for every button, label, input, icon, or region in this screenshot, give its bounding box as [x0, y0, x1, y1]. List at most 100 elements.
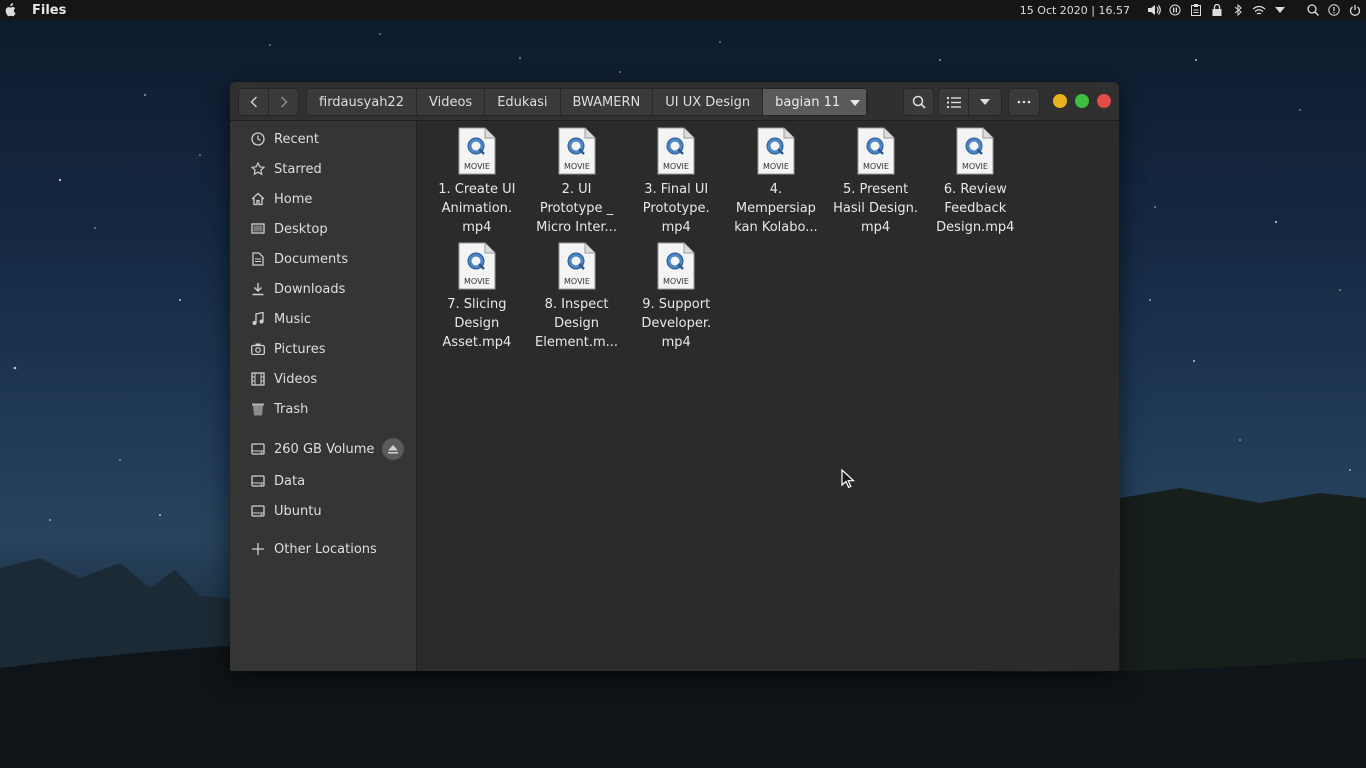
notification-icon[interactable]: [1327, 3, 1341, 17]
view-options-button[interactable]: [968, 88, 1002, 116]
sidebar-item-recent[interactable]: Recent: [230, 124, 416, 154]
chevron-down-icon[interactable]: [850, 95, 861, 110]
file-item[interactable]: MOVIE 8. Inspect Design Element.m...: [527, 242, 627, 357]
breadcrumb-item[interactable]: firdausyah22: [307, 89, 417, 115]
movie-file-icon: MOVIE: [657, 127, 695, 175]
file-item[interactable]: MOVIE 4. Mempersiap kan Kolabo...: [726, 127, 826, 242]
more-icon: [1017, 100, 1031, 104]
file-item[interactable]: MOVIE 7. Slicing Design Asset.mp4: [427, 242, 527, 357]
media-icon[interactable]: [1168, 3, 1182, 17]
sidebar-item-home[interactable]: Home: [230, 184, 416, 214]
breadcrumb-item[interactable]: Edukasi: [485, 89, 561, 115]
header-bar: firdausyah22 Videos Edukasi BWAMERN UI U…: [230, 82, 1119, 121]
sidebar-item-label: Data: [274, 473, 306, 489]
svg-text:MOVIE: MOVIE: [564, 277, 590, 286]
file-view[interactable]: MOVIE 1. Create UI Animation. mp4 MOVIE 2. …: [417, 121, 1119, 671]
wifi-icon[interactable]: [1252, 3, 1266, 17]
sidebar-item-pictures[interactable]: Pictures: [230, 334, 416, 364]
drive-icon: [250, 473, 266, 489]
file-item[interactable]: MOVIE 3. Final UI Prototype. mp4: [626, 127, 726, 242]
breadcrumb-item[interactable]: BWAMERN: [560, 89, 654, 115]
home-icon: [250, 191, 266, 207]
file-name: 3. Final UI Prototype. mp4: [642, 182, 710, 235]
sidebar-item-label: Music: [274, 311, 311, 327]
sidebar-item-label: Documents: [274, 251, 349, 267]
sidebar-item-trash[interactable]: Trash: [230, 394, 416, 424]
trash-icon: [250, 401, 266, 417]
breadcrumb: firdausyah22 Videos Edukasi BWAMERN UI U…: [306, 88, 869, 116]
movie-file-icon: MOVIE: [558, 242, 596, 290]
clock[interactable]: 15 Oct 2020 | 16.57: [1020, 4, 1130, 17]
sidebar-item-videos[interactable]: Videos: [230, 364, 416, 394]
eject-icon[interactable]: [382, 438, 404, 460]
sidebar-item-label: Desktop: [274, 221, 328, 237]
clock-icon: [250, 131, 266, 147]
sidebar-item-desktop[interactable]: Desktop: [230, 214, 416, 244]
file-item[interactable]: MOVIE 6. Review Feedback Design.mp4: [925, 127, 1025, 242]
view-list-button[interactable]: [938, 88, 969, 116]
movie-file-icon: MOVIE: [458, 127, 496, 175]
movie-file-icon: MOVIE: [757, 127, 795, 175]
drive-icon: [250, 441, 266, 457]
close-button[interactable]: [1097, 94, 1111, 108]
sidebar-item-starred[interactable]: Starred: [230, 154, 416, 184]
file-item[interactable]: MOVIE 2. UI Prototype _ Micro Inter...: [527, 127, 627, 242]
svg-text:MOVIE: MOVIE: [464, 277, 490, 286]
file-name: 8. Inspect Design Element.m...: [535, 297, 619, 350]
breadcrumb-current-label: bagian 11: [775, 94, 841, 110]
movie-file-icon: MOVIE: [458, 242, 496, 290]
sidebar-item-label: Starred: [274, 161, 322, 177]
file-item[interactable]: MOVIE 9. Support Developer. mp4: [626, 242, 726, 357]
breadcrumb-item[interactable]: UI UX Design: [653, 89, 764, 115]
volume-icon[interactable]: [1147, 3, 1161, 17]
bluetooth-icon[interactable]: [1231, 3, 1245, 17]
maximize-button[interactable]: [1075, 94, 1089, 108]
back-button[interactable]: [238, 88, 269, 116]
svg-text:MOVIE: MOVIE: [863, 162, 889, 171]
minimize-button[interactable]: [1053, 94, 1067, 108]
file-name: 7. Slicing Design Asset.mp4: [442, 297, 512, 350]
clipboard-icon[interactable]: [1189, 3, 1203, 17]
file-name: 4. Mempersiap kan Kolabo...: [734, 182, 818, 235]
sidebar-item-label: Home: [274, 191, 313, 207]
sidebar-item-documents[interactable]: Documents: [230, 244, 416, 274]
search-icon[interactable]: [1306, 3, 1320, 17]
file-item[interactable]: MOVIE 5. Present Hasil Design. mp4: [826, 127, 926, 242]
files-window: firdausyah22 Videos Edukasi BWAMERN UI U…: [230, 82, 1119, 671]
svg-text:MOVIE: MOVIE: [962, 162, 988, 171]
sidebar-item-label: 260 GB Volume: [274, 441, 375, 457]
apple-icon[interactable]: [0, 3, 20, 17]
sidebar-item-label: Downloads: [274, 281, 346, 297]
star-icon: [250, 161, 266, 177]
plus-icon: [250, 541, 266, 557]
list-icon: [946, 96, 961, 108]
sidebar-item-ubuntu[interactable]: Ubuntu: [230, 496, 416, 526]
movie-file-icon: MOVIE: [657, 242, 695, 290]
breadcrumb-current[interactable]: bagian 11: [763, 89, 868, 115]
search-icon: [912, 95, 926, 109]
file-item[interactable]: MOVIE 1. Create UI Animation. mp4: [427, 127, 527, 242]
menu-button[interactable]: [1008, 88, 1040, 116]
sidebar-item-260gb-volume[interactable]: 260 GB Volume: [230, 434, 416, 464]
app-menu-title[interactable]: Files: [32, 3, 66, 18]
sidebar-item-downloads[interactable]: Downloads: [230, 274, 416, 304]
download-icon: [250, 281, 266, 297]
sidebar-item-label: Pictures: [274, 341, 326, 357]
breadcrumb-item[interactable]: Videos: [416, 89, 486, 115]
music-icon: [250, 311, 266, 327]
file-name: 6. Review Feedback Design.mp4: [936, 182, 1015, 235]
svg-text:MOVIE: MOVIE: [464, 162, 490, 171]
sidebar-item-other-locations[interactable]: Other Locations: [230, 534, 416, 564]
sidebar-item-music[interactable]: Music: [230, 304, 416, 334]
dropdown-icon[interactable]: [1273, 3, 1287, 17]
forward-button[interactable]: [268, 88, 299, 116]
movie-file-icon: MOVIE: [956, 127, 994, 175]
svg-text:MOVIE: MOVIE: [763, 162, 789, 171]
sidebar-item-label: Ubuntu: [274, 503, 322, 519]
search-button[interactable]: [903, 88, 934, 116]
power-icon[interactable]: [1348, 3, 1362, 17]
sidebar-item-data[interactable]: Data: [230, 466, 416, 496]
sidebar-item-label: Other Locations: [274, 541, 377, 557]
chevron-left-icon: [249, 96, 257, 108]
lock-icon[interactable]: [1210, 3, 1224, 17]
